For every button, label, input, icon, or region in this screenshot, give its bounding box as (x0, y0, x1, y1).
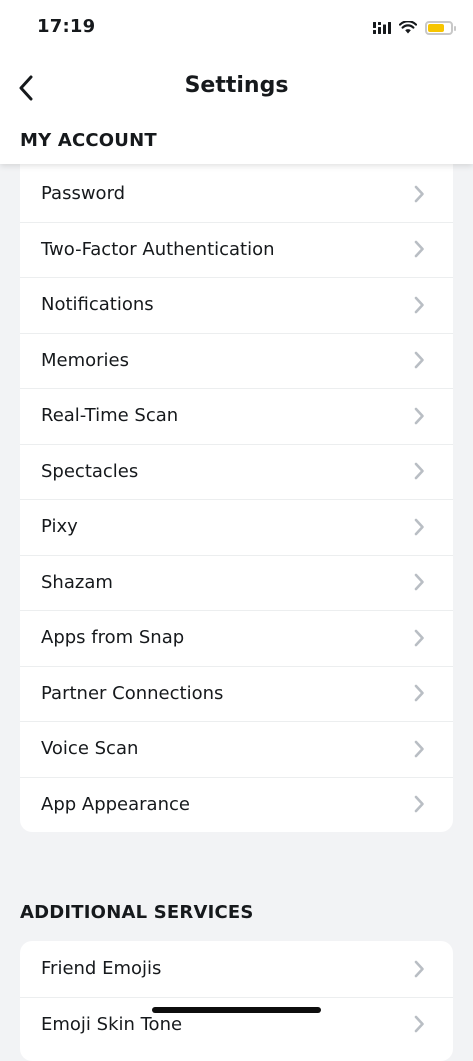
status-bar: 17:19 (0, 0, 473, 56)
chevron-right-icon (414, 960, 424, 978)
settings-item-apps-from-snap[interactable]: Apps from Snap (20, 610, 453, 666)
additional-services-card: Friend Emojis Emoji Skin Tone (20, 941, 453, 1061)
settings-item-notifications[interactable]: Notifications (20, 277, 453, 333)
additional-services-list: Friend Emojis Emoji Skin Tone (20, 941, 453, 1052)
section-title-my-account: MY ACCOUNT (20, 130, 157, 151)
signal-icon (373, 19, 391, 38)
wifi-icon (398, 19, 418, 38)
settings-item-password[interactable]: Password (20, 166, 453, 222)
page-title: Settings (184, 73, 289, 98)
my-account-card: Password Two-Factor Authentication Notif… (20, 152, 453, 832)
chevron-right-icon (414, 296, 424, 314)
chevron-right-icon (414, 185, 424, 203)
my-account-list: Password Two-Factor Authentication Notif… (20, 166, 453, 832)
settings-item-label: Pixy (41, 516, 78, 538)
chevron-right-icon (414, 629, 424, 647)
settings-item-label: Partner Connections (41, 682, 224, 704)
settings-item-label: Friend Emojis (41, 958, 162, 980)
settings-item-spectacles[interactable]: Spectacles (20, 443, 453, 500)
settings-item-memories[interactable]: Memories (20, 332, 453, 389)
settings-item-label: Emoji Skin Tone (41, 1013, 183, 1035)
chevron-right-icon (414, 795, 424, 813)
settings-item-label: Memories (41, 349, 130, 371)
top-bar: 17:19 Settings MY ACCOUNT (0, 0, 473, 164)
settings-item-real-time-scan[interactable]: Real-Time Scan (20, 388, 453, 444)
chevron-right-icon (414, 518, 424, 536)
chevron-right-icon (414, 407, 424, 425)
navigation-bar: Settings (0, 58, 473, 118)
battery-level (428, 24, 444, 32)
settings-item-label: Two-Factor Authentication (41, 238, 275, 260)
settings-item-label: Password (41, 183, 126, 205)
settings-item-app-appearance[interactable]: App Appearance (20, 776, 453, 833)
settings-item-label: Voice Scan (41, 738, 139, 760)
settings-item-label: Apps from Snap (41, 627, 185, 649)
chevron-right-icon (414, 573, 424, 591)
settings-item-partner-connections[interactable]: Partner Connections (20, 665, 453, 722)
settings-item-label: Spectacles (41, 460, 139, 482)
battery-icon (425, 21, 456, 35)
settings-item-label: Notifications (41, 294, 154, 316)
settings-item-friend-emojis[interactable]: Friend Emojis (20, 941, 453, 997)
settings-item-shazam[interactable]: Shazam (20, 554, 453, 611)
settings-item-label: Real-Time Scan (41, 405, 179, 427)
chevron-right-icon (414, 1015, 424, 1033)
settings-item-label: App Appearance (41, 793, 190, 815)
chevron-right-icon (414, 240, 424, 258)
chevron-right-icon (414, 462, 424, 480)
settings-item-two-factor-authentication[interactable]: Two-Factor Authentication (20, 221, 453, 278)
settings-item-voice-scan[interactable]: Voice Scan (20, 721, 453, 777)
settings-item-pixy[interactable]: Pixy (20, 499, 453, 555)
status-icons (373, 18, 456, 38)
chevron-right-icon (414, 740, 424, 758)
section-title-additional-services: ADDITIONAL SERVICES (20, 902, 254, 923)
status-time: 17:19 (37, 16, 96, 37)
chevron-right-icon (414, 351, 424, 369)
chevron-right-icon (414, 684, 424, 702)
settings-item-emoji-skin-tone[interactable]: Emoji Skin Tone (20, 996, 453, 1053)
settings-item-label: Shazam (41, 571, 113, 593)
home-indicator[interactable] (152, 1007, 321, 1013)
